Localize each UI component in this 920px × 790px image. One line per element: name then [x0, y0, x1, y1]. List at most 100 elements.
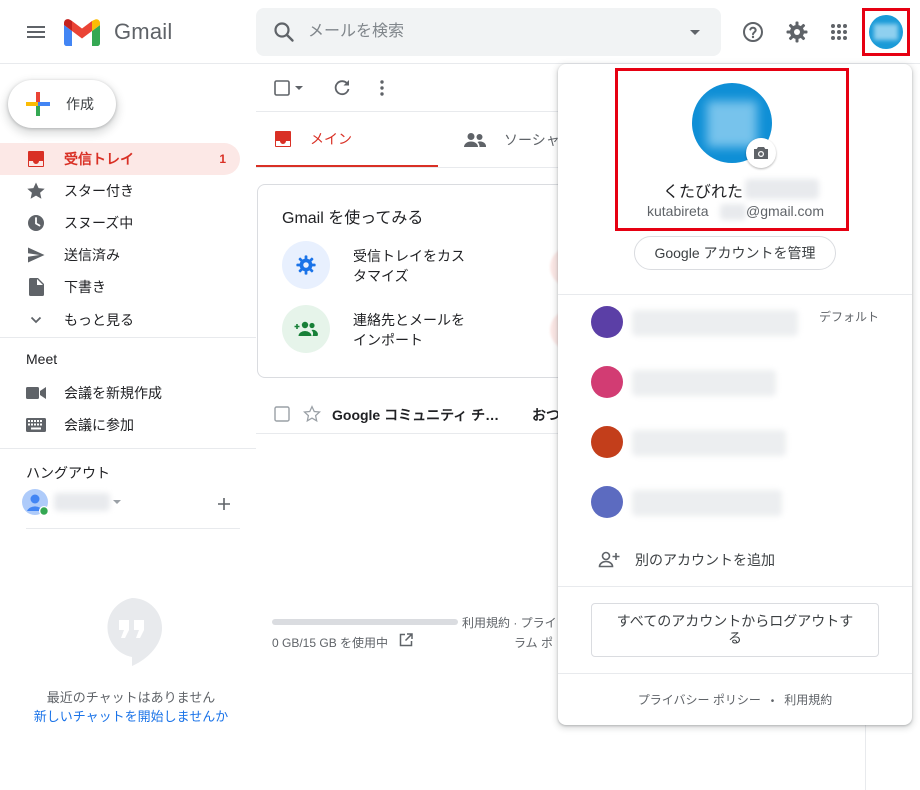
main-menu-button[interactable] [16, 12, 56, 52]
account-name-redacted [745, 179, 819, 199]
tab-label: メイン [310, 130, 352, 147]
storage-progress-bar [272, 619, 458, 625]
account-info-redacted [632, 310, 798, 336]
account-info-redacted [632, 430, 786, 456]
meet-new-meeting[interactable]: 会議を新規作成 [0, 377, 240, 409]
search-options-dropdown-icon[interactable] [689, 26, 701, 38]
account-list-item[interactable]: デフォルト [558, 292, 912, 352]
app-name: Gmail [114, 19, 173, 44]
new-chat-plus-icon[interactable] [216, 496, 232, 512]
sign-out-all-button[interactable]: すべてのアカウントからログアウトする [591, 603, 879, 657]
account-info-redacted [632, 370, 776, 396]
email-row[interactable]: Google コミュニティ チ… おつ [256, 394, 560, 434]
apps-grid-icon [831, 24, 847, 40]
inbox-icon [274, 130, 292, 148]
customize-inbox-line1: 受信トレイをカス [353, 248, 465, 264]
sidebar-item-label: もっと見る [64, 312, 134, 328]
gmail-logo[interactable]: Gmail [64, 14, 172, 50]
person-icon [22, 489, 49, 516]
account-email-suffix: @gmail.com [746, 203, 825, 219]
account-list-item[interactable] [558, 472, 912, 532]
program-policy-link[interactable]: ラム ポ [514, 634, 553, 651]
sidebar-item-inbox[interactable]: 受信トレイ 1 [0, 143, 240, 175]
unread-count-badge: 1 [219, 152, 226, 166]
account-email-prefix: kutabireta [647, 203, 709, 219]
hamburger-menu-icon [27, 26, 45, 38]
select-all-checkbox[interactable] [268, 72, 310, 104]
inbox-icon [26, 149, 46, 169]
open-in-new-icon[interactable] [399, 633, 413, 647]
sidebar-item-snoozed[interactable]: スヌーズ中 [0, 207, 240, 239]
email-checkbox-icon[interactable] [274, 406, 290, 422]
sidebar-divider [0, 448, 256, 449]
settings-button[interactable] [777, 12, 817, 52]
sidebar-item-label: スヌーズ中 [64, 215, 134, 231]
chevron-down-icon [26, 310, 46, 330]
account-name: くたびれた [663, 184, 744, 201]
tab-social[interactable]: ソーシャ [446, 112, 560, 168]
account-list-item[interactable] [558, 412, 912, 472]
more-vert-icon [380, 80, 384, 96]
sidebar-item-label: スター付き [64, 183, 134, 199]
help-icon [743, 22, 763, 42]
send-icon [26, 245, 46, 265]
change-photo-button[interactable] [746, 138, 776, 168]
star-icon [26, 181, 46, 201]
camera-icon [754, 147, 768, 159]
start-new-chat-link[interactable]: 新しいチャットを開始しませんか [0, 706, 262, 725]
sidebar-item-drafts[interactable]: 下書き [0, 271, 240, 303]
people-icon [464, 132, 486, 148]
import-contacts-line1: 連絡先とメールを [353, 312, 465, 328]
gear-icon [282, 241, 330, 289]
sidebar-item-more[interactable]: もっと見る [0, 304, 240, 336]
checkbox-icon [274, 80, 303, 96]
footer-separator: • [770, 696, 775, 707]
refresh-button[interactable] [326, 72, 358, 104]
default-account-label: デフォルト [819, 310, 880, 324]
getting-started-title: Gmail を使ってみる [282, 210, 424, 227]
popup-footer: プライバシー ポリシー • 利用規約 [558, 691, 912, 708]
email-sender: Google コミュニティ チ… [332, 407, 500, 423]
storage-usage-text: 0 GB/15 GB を使用中 [272, 636, 389, 650]
star-outline-icon[interactable] [303, 405, 321, 423]
search-bar[interactable] [256, 8, 721, 56]
refresh-icon [334, 80, 350, 96]
account-avatar [591, 426, 623, 458]
account-avatar [591, 306, 623, 338]
hangouts-user-avatar[interactable] [22, 489, 50, 517]
manage-google-account-button[interactable]: Google アカウントを管理 [634, 236, 836, 270]
account-avatar-button[interactable] [862, 8, 910, 56]
top-bar: Gmail [0, 0, 920, 64]
compose-label: 作成 [66, 96, 94, 112]
google-apps-button[interactable] [819, 12, 859, 52]
compose-button[interactable]: 作成 [8, 80, 116, 128]
tab-primary[interactable]: メイン [256, 112, 438, 168]
meet-join-meeting[interactable]: 会議に参加 [0, 409, 240, 441]
import-contacts-item[interactable]: 連絡先とメールを インポート [282, 305, 572, 355]
email-subject: おつ [532, 407, 560, 423]
keyboard-icon [26, 415, 46, 435]
import-contacts-line2: インポート [353, 332, 423, 348]
sidebar-item-starred[interactable]: スター付き [0, 175, 240, 207]
sidebar-divider [0, 337, 256, 338]
hangouts-heading: ハングアウト [26, 465, 110, 481]
more-options-button[interactable] [366, 72, 398, 104]
search-icon[interactable] [272, 20, 296, 44]
popup-divider [558, 673, 912, 674]
customize-inbox-item[interactable]: 受信トレイをカス タマイズ [282, 241, 572, 291]
add-account-button[interactable]: 別のアカウントを追加 [558, 540, 912, 580]
search-input[interactable] [306, 22, 666, 42]
hangouts-status-dropdown-icon[interactable] [112, 498, 122, 506]
account-list-item[interactable] [558, 352, 912, 412]
popup-divider [558, 586, 912, 587]
terms-privacy-links[interactable]: 利用規約 · プライ [462, 614, 557, 631]
hangouts-divider [26, 528, 240, 529]
privacy-policy-link[interactable]: プライバシー ポリシー [638, 693, 761, 707]
gear-icon [786, 21, 808, 43]
help-button[interactable] [733, 12, 773, 52]
terms-link[interactable]: 利用規約 [784, 693, 832, 707]
chat-bubble-icon [100, 596, 164, 668]
sidebar-item-sent[interactable]: 送信済み [0, 239, 240, 271]
gmail-m-icon [64, 18, 100, 46]
sidebar-item-label: 下書き [64, 279, 106, 295]
